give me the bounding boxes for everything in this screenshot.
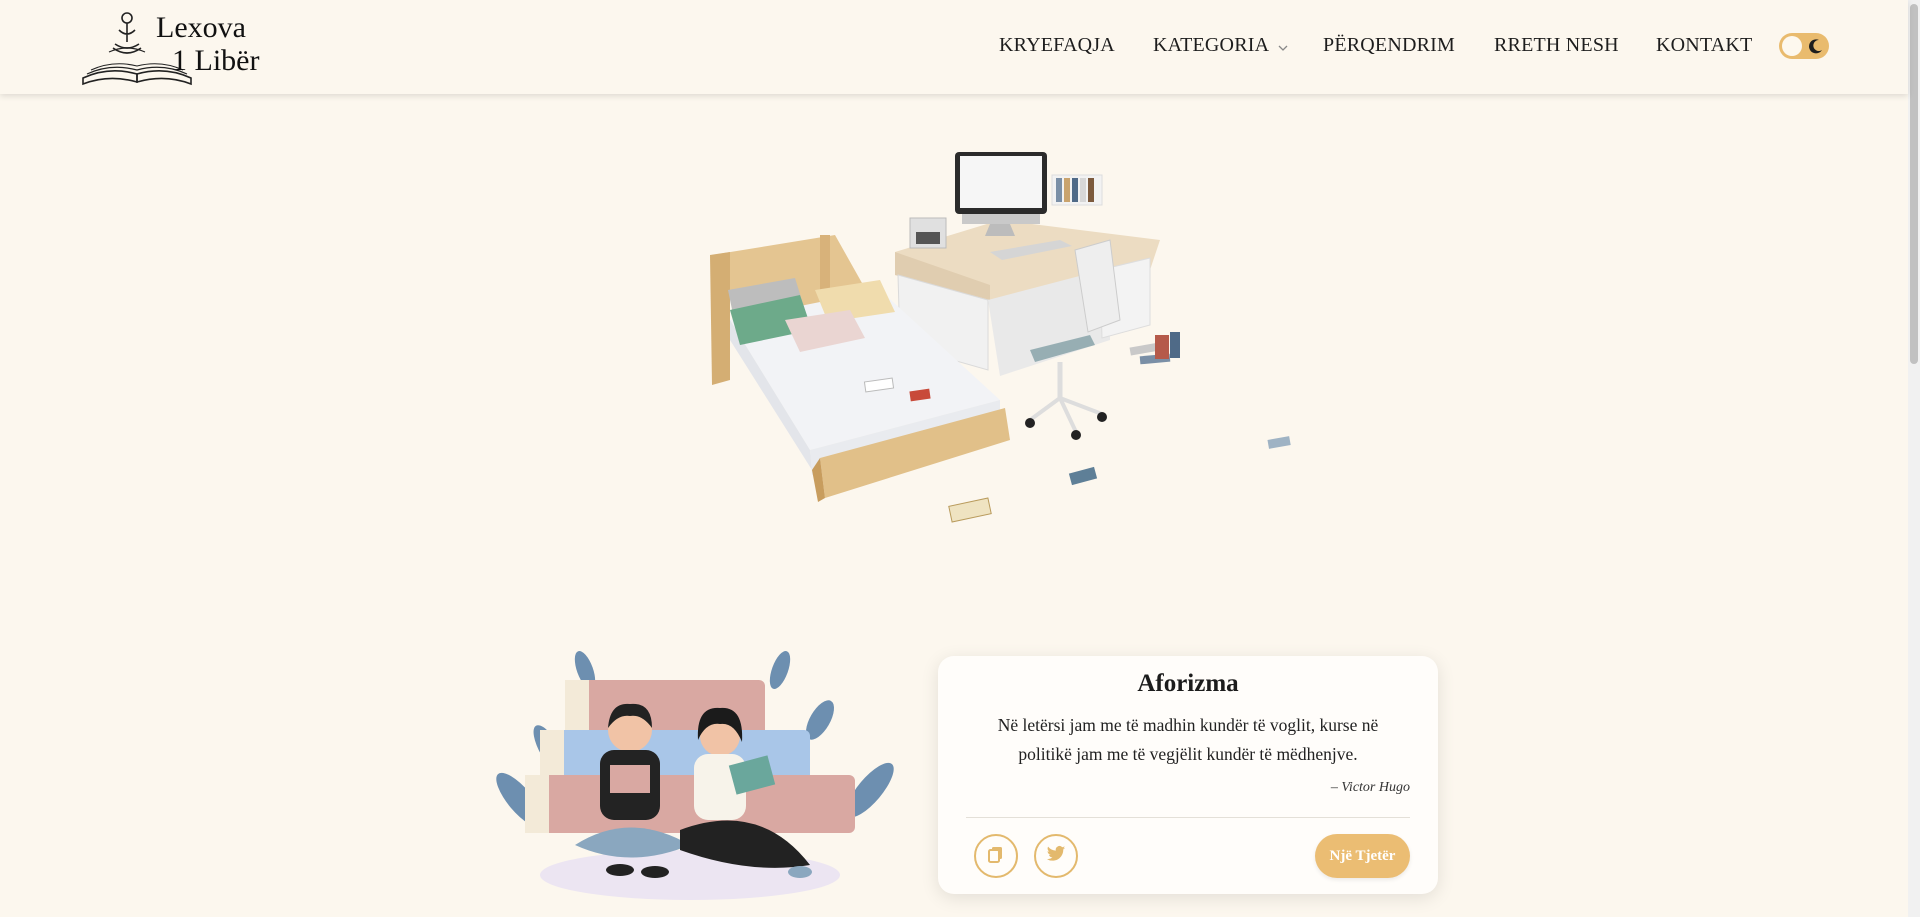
quote-text: Në letërsi jam me të madhin kundër të vo… [997, 715, 1379, 764]
nav-item-kryefaqja[interactable]: KRYEFAQJA [999, 34, 1115, 57]
moon-icon [1808, 38, 1824, 59]
twitter-icon [1046, 845, 1066, 868]
nav-item-perqendrim[interactable]: PËRQENDRIM [1323, 34, 1455, 57]
copy-icon [987, 845, 1005, 868]
nav-item-kategoria-label: KATEGORIA [1153, 34, 1269, 56]
page-scrollbar[interactable] [1908, 0, 1920, 917]
tweet-quote-button[interactable] [1034, 834, 1078, 878]
hero-room-illustration [700, 140, 1320, 530]
readers-illustration [480, 650, 900, 900]
chevron-down-icon [1278, 35, 1288, 58]
nav-item-rreth-nesh[interactable]: RRETH NESH [1494, 34, 1619, 57]
logo-text-line2: 1 Libër [172, 44, 260, 77]
site-header: Lexova 1 Libër KRYEFAQJA KATEGORIA PËRQE… [0, 0, 1908, 94]
card-divider [966, 817, 1410, 818]
quote-card-title: Aforizma [1137, 670, 1239, 697]
quote-author: – Victor Hugo [1330, 780, 1410, 795]
quote-card: Aforizma Në letërsi jam me të madhin kun… [938, 656, 1438, 894]
nav-item-kategoria[interactable]: KATEGORIA [1153, 34, 1288, 58]
scrollbar-thumb[interactable] [1910, 4, 1918, 364]
nav-item-kontakt[interactable]: KONTAKT [1656, 34, 1752, 57]
logo-text-line1: Lexova [156, 11, 246, 44]
toggle-knob [1782, 36, 1802, 56]
next-quote-button[interactable]: Një Tjetër [1315, 834, 1410, 878]
theme-toggle[interactable] [1779, 33, 1829, 59]
copy-quote-button[interactable] [974, 834, 1018, 878]
